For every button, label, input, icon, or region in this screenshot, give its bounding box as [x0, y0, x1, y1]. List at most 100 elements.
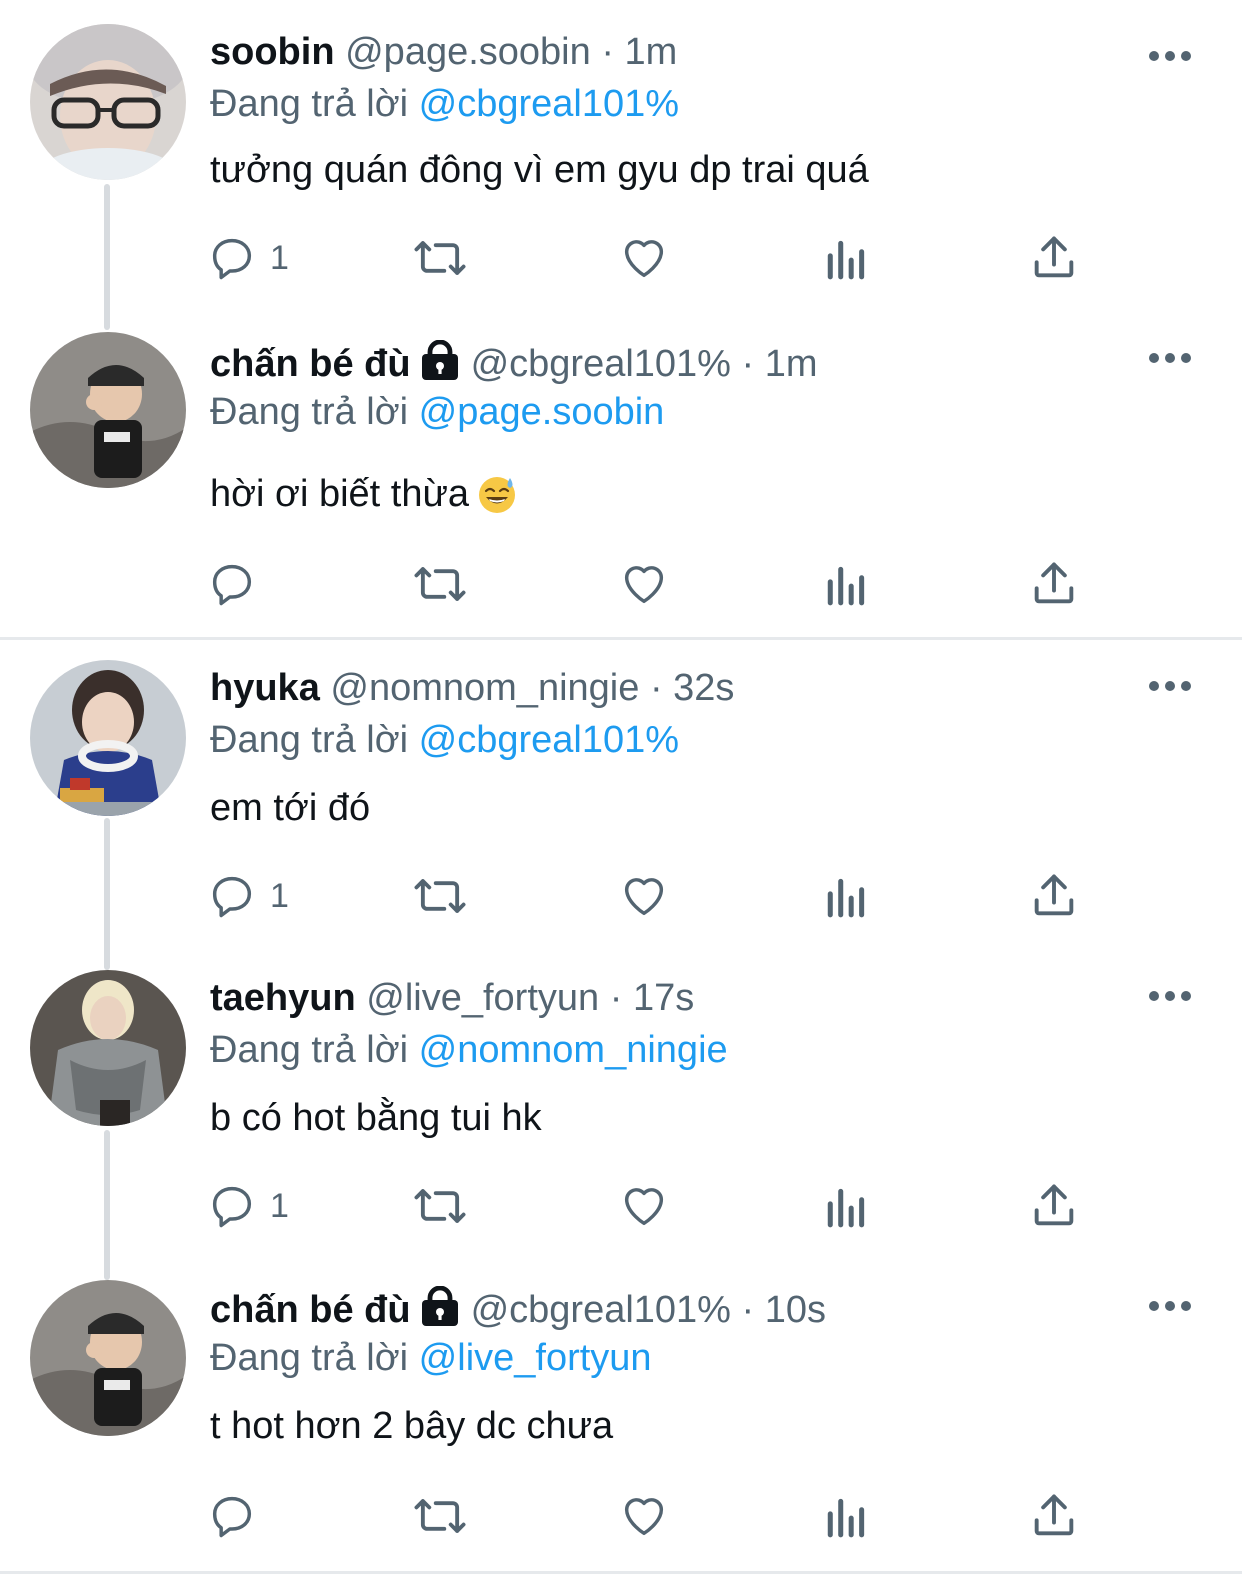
reply-button[interactable] — [206, 1486, 270, 1546]
reply-prefix: Đang trả lời — [210, 1337, 409, 1379]
views-icon — [827, 1498, 865, 1538]
action-bar — [206, 1486, 1106, 1546]
user-handle[interactable]: @live_fortyun — [366, 977, 599, 1019]
share-icon — [1034, 1494, 1074, 1536]
display-name[interactable]: taehyun — [210, 977, 356, 1019]
action-bar: 1 — [206, 866, 1106, 926]
reply-button[interactable]: 1 — [206, 1176, 289, 1236]
tweet[interactable]: soobin @page.soobin · 1m Đang trả lời @c… — [0, 22, 1242, 322]
action-bar — [206, 554, 1106, 614]
avatar[interactable] — [30, 660, 186, 816]
tweet[interactable]: taehyun @live_fortyun · 17s Đang trả lời… — [0, 970, 1242, 1270]
retweet-icon — [414, 879, 466, 913]
divider — [0, 1571, 1242, 1574]
reply-count: 1 — [270, 238, 289, 277]
views-icon — [827, 1188, 865, 1228]
retweet-icon — [414, 567, 466, 601]
tweet[interactable]: chấn bé đù @cbgreal101% · 1m Đang trả lời… — [0, 332, 1242, 632]
user-handle[interactable]: @cbgreal101% — [471, 343, 731, 385]
avatar[interactable] — [30, 24, 186, 180]
more-icon[interactable] — [1148, 1298, 1192, 1314]
share-button[interactable] — [1028, 866, 1080, 926]
views-button[interactable] — [824, 554, 870, 614]
retweet-button[interactable] — [410, 228, 470, 288]
share-icon — [1034, 874, 1074, 916]
more-icon[interactable] — [1148, 48, 1192, 64]
display-name[interactable]: hyuka — [210, 667, 320, 709]
tweet-text-container: hời ơi biết thừa — [210, 466, 517, 522]
separator-dot: · — [741, 343, 755, 385]
reply-button[interactable]: 1 — [206, 228, 289, 288]
reply-mention-link[interactable]: @nomnom_ningie — [419, 1029, 728, 1071]
retweet-button[interactable] — [410, 1486, 470, 1546]
display-name[interactable]: soobin — [210, 31, 335, 73]
reply-context: Đang trả lời @cbgreal101% — [210, 712, 679, 768]
timestamp[interactable]: 1m — [625, 31, 678, 73]
share-button[interactable] — [1028, 554, 1080, 614]
retweet-button[interactable] — [410, 866, 470, 926]
reply-mention-link[interactable]: @cbgreal101% — [419, 83, 679, 125]
timestamp[interactable]: 32s — [673, 667, 734, 709]
like-button[interactable] — [618, 866, 670, 926]
share-icon — [1034, 236, 1074, 278]
more-icon[interactable] — [1148, 350, 1192, 366]
like-icon — [624, 240, 664, 278]
tweet[interactable]: chấn bé đù @cbgreal101% · 10s Đang trả lờ… — [0, 1280, 1242, 1570]
timestamp[interactable]: 1m — [765, 343, 818, 385]
reply-prefix: Đang trả lời — [210, 1029, 409, 1071]
reply-context: Đang trả lời @nomnom_ningie — [210, 1022, 728, 1078]
tweet-header: hyuka @nomnom_ningie · 32s — [210, 660, 734, 716]
like-icon — [624, 566, 664, 604]
reply-mention-link[interactable]: @live_fortyun — [419, 1337, 652, 1379]
tweet-text: tưởng quán đông vì em gyu dp trai quá — [210, 149, 869, 191]
retweet-icon — [414, 1189, 466, 1223]
views-button[interactable] — [824, 228, 870, 288]
like-button[interactable] — [618, 1176, 670, 1236]
reply-count: 1 — [270, 1186, 289, 1225]
views-button[interactable] — [824, 866, 870, 926]
retweet-button[interactable] — [410, 1176, 470, 1236]
like-button[interactable] — [618, 228, 670, 288]
reply-icon — [212, 238, 252, 280]
like-button[interactable] — [618, 554, 670, 614]
user-handle[interactable]: @cbgreal101% — [471, 1289, 731, 1331]
retweet-icon — [414, 1499, 466, 1533]
avatar[interactable] — [30, 332, 186, 488]
share-button[interactable] — [1028, 1486, 1080, 1546]
avatar[interactable] — [30, 1280, 186, 1436]
tweet-header: taehyun @live_fortyun · 17s — [210, 970, 694, 1026]
reply-mention-link[interactable]: @page.soobin — [419, 391, 665, 433]
timestamp[interactable]: 17s — [633, 977, 694, 1019]
reply-mention-link[interactable]: @cbgreal101% — [419, 719, 679, 761]
user-handle[interactable]: @nomnom_ningie — [330, 667, 639, 709]
thread-group-2: hyuka @nomnom_ningie · 32s Đang trả lời … — [0, 640, 1242, 1574]
tweet-text: t hot hơn 2 bây dc chưa — [210, 1405, 614, 1447]
views-icon — [827, 240, 865, 280]
more-icon[interactable] — [1148, 988, 1192, 1004]
like-button[interactable] — [618, 1486, 670, 1546]
like-icon — [624, 1498, 664, 1536]
reply-prefix: Đang trả lời — [210, 83, 409, 125]
display-name[interactable]: chấn bé đù — [210, 343, 411, 385]
views-button[interactable] — [824, 1176, 870, 1236]
more-icon[interactable] — [1148, 678, 1192, 694]
views-button[interactable] — [824, 1486, 870, 1546]
retweet-button[interactable] — [410, 554, 470, 614]
thread-group-1: soobin @page.soobin · 1m Đang trả lời @c… — [0, 0, 1242, 640]
reply-context: Đang trả lời @live_fortyun — [210, 1330, 652, 1386]
tweet[interactable]: hyuka @nomnom_ningie · 32s Đang trả lời … — [0, 660, 1242, 960]
timestamp[interactable]: 10s — [765, 1289, 826, 1331]
share-button[interactable] — [1028, 1176, 1080, 1236]
lock-icon — [421, 340, 458, 380]
share-button[interactable] — [1028, 228, 1080, 288]
separator-dot: · — [609, 977, 623, 1019]
display-name[interactable]: chấn bé đù — [210, 1289, 411, 1331]
user-handle[interactable]: @page.soobin — [345, 31, 591, 73]
reply-prefix: Đang trả lời — [210, 719, 409, 761]
action-bar: 1 — [206, 228, 1106, 288]
tweet-text: b có hot bằng tui hk — [210, 1097, 542, 1139]
reply-button[interactable]: 1 — [206, 866, 289, 926]
avatar[interactable] — [30, 970, 186, 1126]
reply-button[interactable] — [206, 554, 270, 614]
reply-icon — [212, 1496, 252, 1538]
